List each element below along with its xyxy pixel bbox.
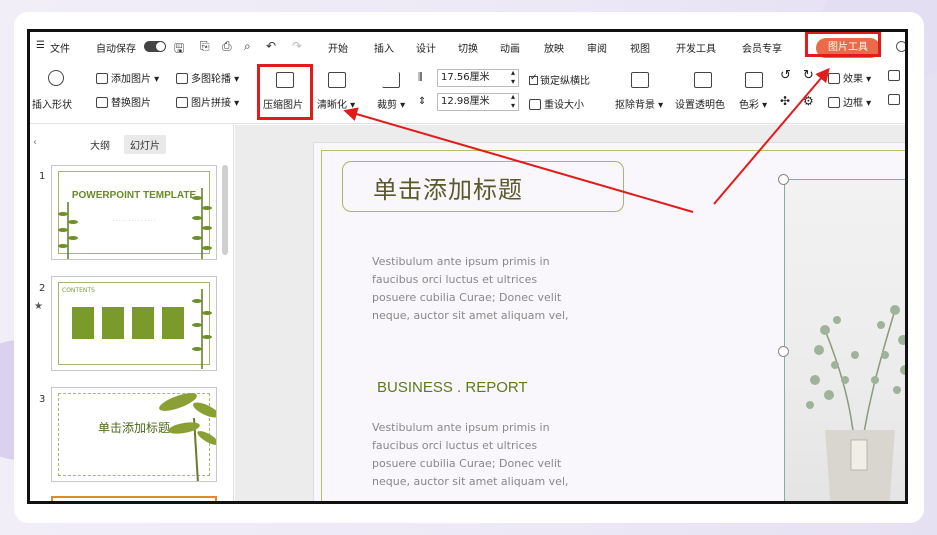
app-window: ☰ 文件 自动保存 🖫 ⎘ ⎙ ⌕ ↶ ↷ 开始 插入 设计 切换 动画 放映 … bbox=[27, 29, 908, 504]
arrow-line bbox=[713, 67, 830, 205]
annotation-arrows bbox=[343, 67, 830, 213]
arrow-line bbox=[343, 107, 694, 213]
